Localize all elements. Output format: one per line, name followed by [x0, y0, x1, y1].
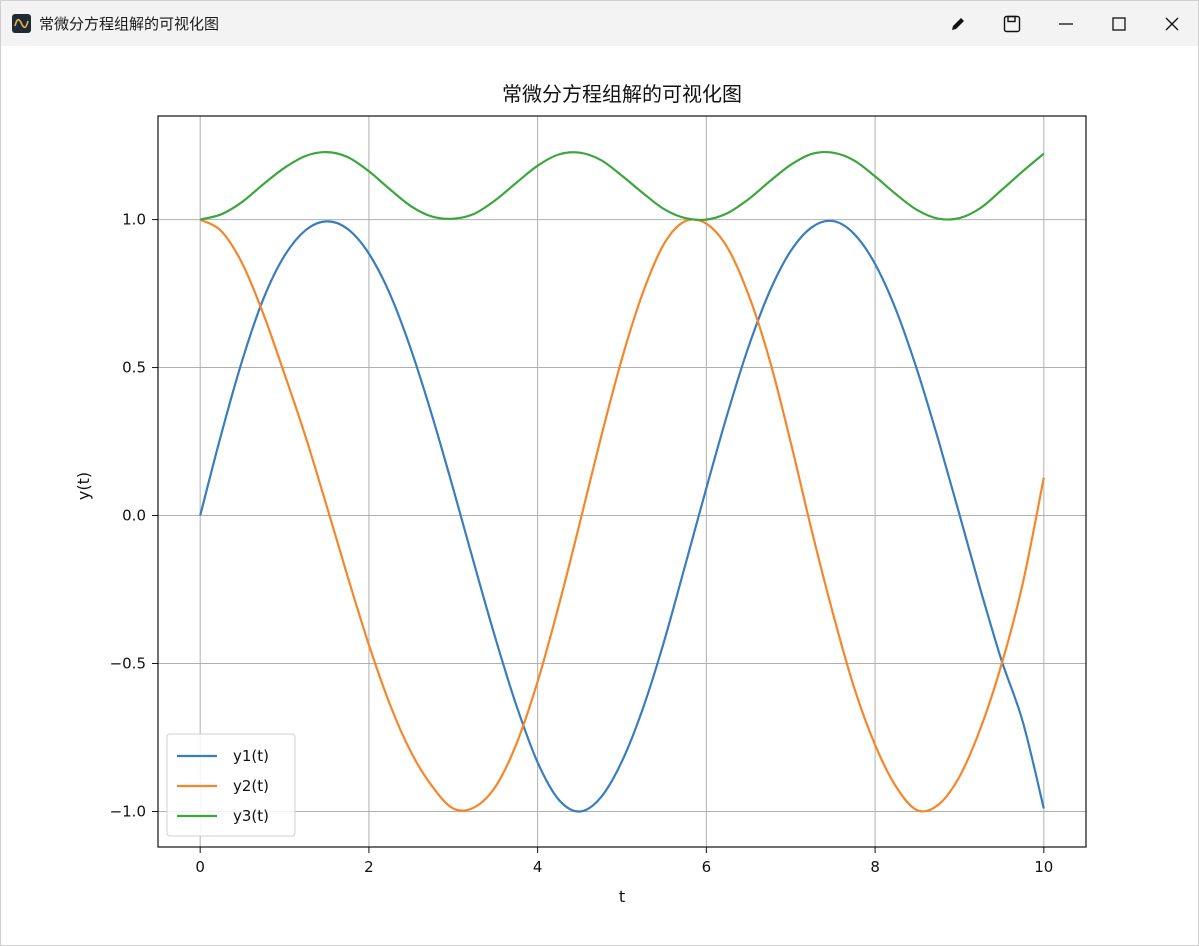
x-tick-label: 2: [364, 858, 374, 876]
save-button[interactable]: [986, 1, 1038, 46]
minimize-button[interactable]: [1040, 1, 1092, 46]
x-tick-label: 0: [195, 858, 205, 876]
maximize-button[interactable]: [1093, 1, 1145, 46]
series-line-1: [199, 219, 1045, 813]
window-title: 常微分方程组解的可视化图: [39, 15, 220, 33]
series-lines: [199, 150, 1045, 813]
title-bar[interactable]: 常微分方程组解的可视化图: [1, 1, 1198, 46]
close-button[interactable]: [1146, 1, 1198, 46]
legend-label: y2(t): [233, 777, 269, 795]
x-tick-label: 10: [1034, 858, 1053, 876]
x-axis-label: t: [619, 887, 625, 906]
legend: y1(t) y2(t) y3(t): [166, 733, 296, 837]
line-chart: 常微分方程组解的可视化图 0 2 4 6 8 10 −1.0 −0.5 0.0 0.5 1.0 t…: [74, 82, 1087, 906]
x-axis-ticks: 0 2 4 6 8 10: [195, 847, 1053, 876]
legend-label: y1(t): [233, 747, 269, 765]
y-tick-label: 0.5: [122, 359, 146, 377]
close-icon: [1165, 17, 1179, 30]
x-tick-label: 4: [533, 858, 543, 876]
maximize-icon: [1112, 16, 1126, 31]
y-tick-label: −0.5: [110, 655, 146, 673]
y-tick-label: 0.0: [122, 507, 146, 525]
edit-icon: [952, 17, 964, 30]
edit-button[interactable]: [932, 1, 984, 46]
app-window: 常微分方程组解的可视化图 常微分方程组解的可视化图 0 2 4 6 8 10 −…: [0, 0, 1199, 946]
minimize-icon: [1059, 22, 1073, 25]
x-tick-label: 6: [702, 858, 712, 876]
plot-area: 常微分方程组解的可视化图 0 2 4 6 8 10 −1.0 −0.5 0.0 0.5 1.0 t…: [1, 46, 1198, 945]
y-axis-label: y(t): [74, 472, 93, 500]
y-tick-label: 1.0: [122, 211, 146, 229]
waveform-icon: [12, 14, 31, 33]
y-tick-label: −1.0: [110, 802, 146, 820]
grid-lines: [158, 116, 1086, 847]
series-line-3: [199, 150, 1045, 222]
y-axis-ticks: −1.0 −0.5 0.0 0.5 1.0: [110, 211, 158, 820]
x-tick-label: 8: [870, 858, 880, 876]
chart-title: 常微分方程组解的可视化图: [502, 82, 742, 106]
legend-label: y3(t): [233, 807, 269, 825]
axes-frame: [157, 115, 1087, 848]
save-icon: [1003, 15, 1021, 32]
